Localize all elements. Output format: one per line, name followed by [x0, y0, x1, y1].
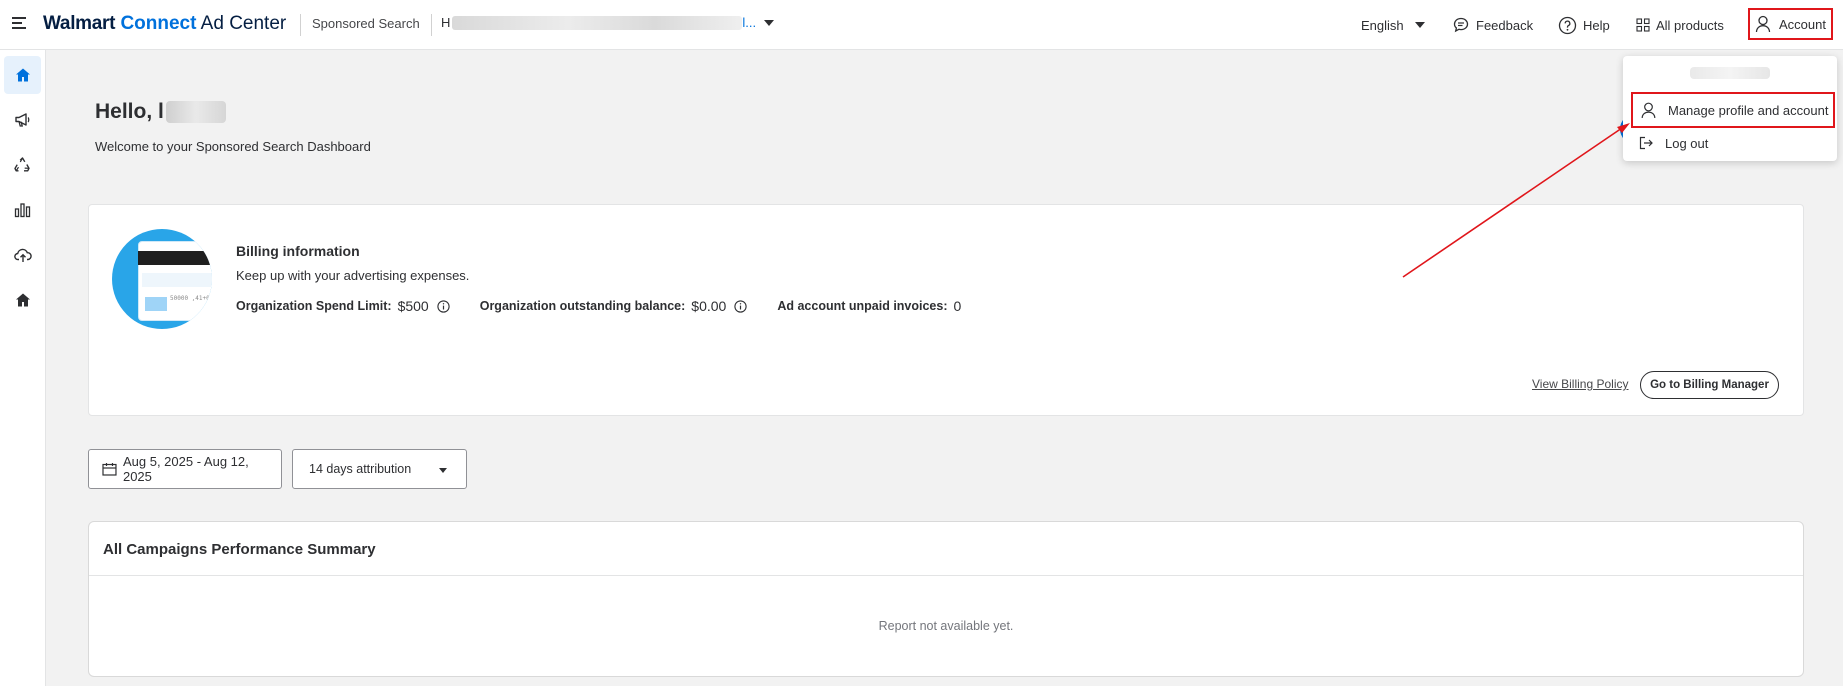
outstanding-balance-stat: Organization outstanding balance: $0.00	[480, 298, 748, 314]
billing-card: 50000 ,41+0 Billing information Keep up …	[88, 204, 1804, 416]
chevron-down-icon	[1414, 22, 1425, 28]
divider	[89, 575, 1803, 576]
performance-summary-title: All Campaigns Performance Summary	[103, 541, 376, 558]
bar-chart-icon	[14, 203, 31, 218]
sidebar-item-reports[interactable]	[4, 191, 41, 229]
chevron-down-icon	[439, 468, 447, 473]
app-logo[interactable]: Walmart Connect Ad Center	[43, 13, 286, 35]
calendar-icon	[102, 463, 117, 476]
redacted-user-email	[1690, 67, 1770, 79]
feedback-button[interactable]: Feedback	[1452, 0, 1533, 50]
sidebar-item-campaigns[interactable]	[4, 101, 41, 139]
credit-card-illustration: 50000 ,41+0	[112, 229, 212, 329]
welcome-text: Welcome to your Sponsored Search Dashboa…	[95, 139, 371, 154]
billing-stats: Organization Spend Limit: $500 Organizat…	[236, 298, 991, 314]
megaphone-icon	[14, 113, 29, 127]
user-icon	[1641, 102, 1656, 118]
sidebar-item-automation[interactable]	[4, 146, 41, 184]
grid-icon	[1636, 18, 1650, 32]
house-icon	[15, 293, 30, 307]
spend-limit-stat: Organization Spend Limit: $500	[236, 298, 450, 314]
view-billing-policy-link[interactable]: View Billing Policy	[1532, 377, 1629, 391]
recycle-icon	[14, 156, 30, 171]
side-nav	[0, 50, 46, 686]
greeting-heading: Hello, l	[95, 100, 226, 124]
info-icon[interactable]	[437, 299, 450, 313]
sidebar-item-upload[interactable]	[4, 236, 41, 274]
manage-profile-menu-item[interactable]: Manage profile and account	[1631, 92, 1835, 128]
ad-account-selector[interactable]: H l...	[441, 15, 775, 30]
account-dropdown-menu: Manage profile and account Log out	[1623, 56, 1837, 161]
user-icon	[1755, 15, 1771, 33]
home-icon	[15, 68, 30, 82]
divider	[431, 14, 432, 36]
divider	[300, 14, 301, 36]
attribution-select[interactable]: 14 days attribution	[292, 449, 467, 489]
cloud-upload-icon	[13, 248, 32, 262]
redacted-account-name	[452, 15, 743, 30]
go-to-billing-manager-button[interactable]: Go to Billing Manager	[1640, 371, 1779, 399]
feedback-icon	[1453, 17, 1469, 33]
sidebar-item-store[interactable]	[4, 281, 41, 319]
unpaid-invoices-stat: Ad account unpaid invoices: 0	[777, 298, 962, 314]
performance-summary-card: All Campaigns Performance Summary Report…	[88, 521, 1804, 677]
date-range-picker[interactable]: Aug 5, 2025 - Aug 12, 2025	[88, 449, 282, 489]
help-button[interactable]: Help	[1558, 0, 1610, 50]
sidebar-item-home[interactable]	[4, 56, 41, 94]
chevron-down-icon	[764, 19, 775, 26]
logout-menu-item[interactable]: Log out	[1631, 128, 1835, 158]
language-selector[interactable]: English	[1361, 0, 1425, 50]
billing-title: Billing information	[236, 243, 360, 259]
account-button[interactable]: Account	[1748, 8, 1833, 40]
help-icon	[1558, 16, 1577, 34]
info-icon[interactable]	[734, 299, 747, 313]
menu-icon[interactable]	[12, 17, 26, 29]
all-products-button[interactable]: All products	[1636, 0, 1724, 50]
redacted-user-name	[165, 101, 226, 123]
billing-subtitle: Keep up with your advertising expenses.	[236, 268, 470, 283]
logout-icon	[1639, 136, 1653, 150]
top-bar: Walmart Connect Ad Center Sponsored Sear…	[0, 0, 1843, 50]
product-name: Sponsored Search	[312, 16, 420, 31]
empty-state-message: Report not available yet.	[878, 619, 1014, 633]
